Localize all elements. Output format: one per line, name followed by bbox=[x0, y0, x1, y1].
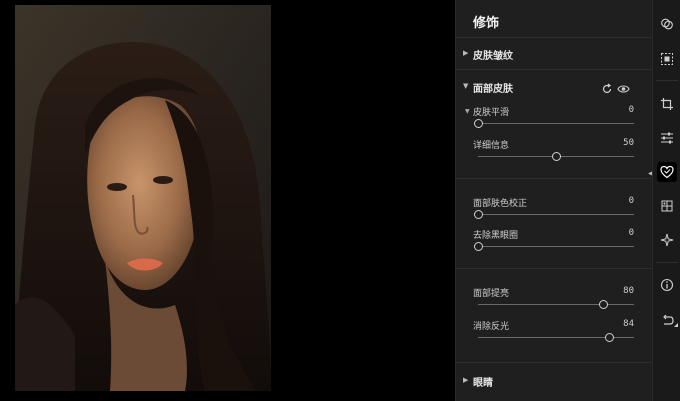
toolbar-divider bbox=[656, 80, 678, 81]
divider bbox=[456, 268, 652, 269]
param-value[interactable]: 0 bbox=[629, 196, 634, 206]
slider-thumb[interactable] bbox=[598, 300, 608, 309]
param-label: 消除反光 bbox=[473, 322, 510, 332]
slider-thumb[interactable] bbox=[474, 119, 483, 128]
slider-thumb[interactable] bbox=[474, 242, 483, 251]
selection-frame-icon[interactable] bbox=[657, 49, 677, 69]
divider bbox=[456, 37, 652, 38]
reset-icon[interactable] bbox=[601, 80, 613, 94]
slider-track[interactable] bbox=[478, 246, 634, 247]
param-value[interactable]: 50 bbox=[623, 138, 634, 148]
sparkle-icon[interactable] bbox=[657, 230, 677, 250]
param-face-brighten: 面部提亮 80 bbox=[456, 286, 652, 316]
retouch-panel: 修饰 ▶ 皮肤皱纹 ▼ 面部皮肤 ▼ 皮肤平滑 0 详细信息 50 面部肤色校正… bbox=[455, 0, 652, 401]
slider-track[interactable] bbox=[478, 123, 634, 124]
param-face-tone-correction: 面部肤色校正 0 bbox=[456, 196, 652, 226]
chevron-right-icon: ▶ bbox=[463, 376, 469, 384]
chevron-down-icon[interactable]: ▼ bbox=[465, 108, 470, 115]
info-icon[interactable] bbox=[657, 275, 677, 295]
corner-indicator bbox=[674, 323, 678, 327]
slider-thumb[interactable] bbox=[605, 333, 615, 342]
photo-editor-window: 修饰 ▶ 皮肤皱纹 ▼ 面部皮肤 ▼ 皮肤平滑 0 详细信息 50 面部肤色校正… bbox=[0, 0, 680, 401]
toolbar-divider bbox=[656, 262, 678, 263]
param-value[interactable]: 84 bbox=[623, 319, 634, 329]
sliders-icon[interactable] bbox=[657, 128, 677, 148]
param-label: 面部肤色校正 bbox=[473, 199, 528, 209]
param-detail: 详细信息 50 bbox=[456, 138, 652, 168]
param-label: 面部提亮 bbox=[473, 289, 510, 299]
section-skin-wrinkles-header[interactable]: ▶ 皮肤皱纹 bbox=[456, 45, 652, 65]
param-value[interactable]: 0 bbox=[629, 105, 634, 115]
section-label: 皮肤皱纹 bbox=[473, 51, 513, 62]
param-value[interactable]: 0 bbox=[629, 228, 634, 238]
param-skin-smoothing: ▼ 皮肤平滑 0 bbox=[456, 105, 652, 135]
portrait-photo bbox=[15, 5, 271, 391]
param-label: 皮肤平滑 bbox=[473, 108, 510, 118]
divider bbox=[456, 362, 652, 363]
right-toolbar bbox=[652, 0, 680, 401]
param-label: 去除黑眼圈 bbox=[473, 231, 519, 241]
panel-title: 修饰 bbox=[473, 16, 500, 31]
section-label: 眼睛 bbox=[473, 378, 493, 389]
divider bbox=[456, 178, 652, 179]
slider-thumb[interactable] bbox=[474, 210, 483, 219]
chevron-right-icon: ▶ bbox=[463, 49, 469, 57]
heart-retouch-icon[interactable] bbox=[657, 162, 677, 182]
param-value[interactable]: 80 bbox=[623, 286, 634, 296]
undo-icon[interactable] bbox=[657, 310, 677, 330]
section-eyes-header[interactable]: ▶ 眼睛 bbox=[456, 372, 652, 392]
divider bbox=[456, 69, 652, 70]
visibility-eye-icon[interactable] bbox=[617, 80, 630, 93]
image-canvas[interactable] bbox=[0, 0, 455, 401]
param-label: 详细信息 bbox=[473, 141, 510, 151]
section-face-skin-header[interactable]: ▼ 面部皮肤 bbox=[456, 78, 652, 98]
slider-thumb[interactable] bbox=[552, 152, 561, 161]
param-remove-shine: 消除反光 84 bbox=[456, 319, 652, 349]
grid-icon[interactable] bbox=[657, 196, 677, 216]
section-label: 面部皮肤 bbox=[473, 84, 513, 95]
slider-track[interactable] bbox=[478, 214, 634, 215]
chevron-down-icon: ▼ bbox=[463, 82, 469, 90]
param-remove-dark-circles: 去除黑眼圈 0 bbox=[456, 228, 652, 258]
slider-track[interactable] bbox=[478, 304, 634, 305]
crop-icon[interactable] bbox=[657, 94, 677, 114]
overlap-circles-icon[interactable] bbox=[657, 14, 677, 34]
